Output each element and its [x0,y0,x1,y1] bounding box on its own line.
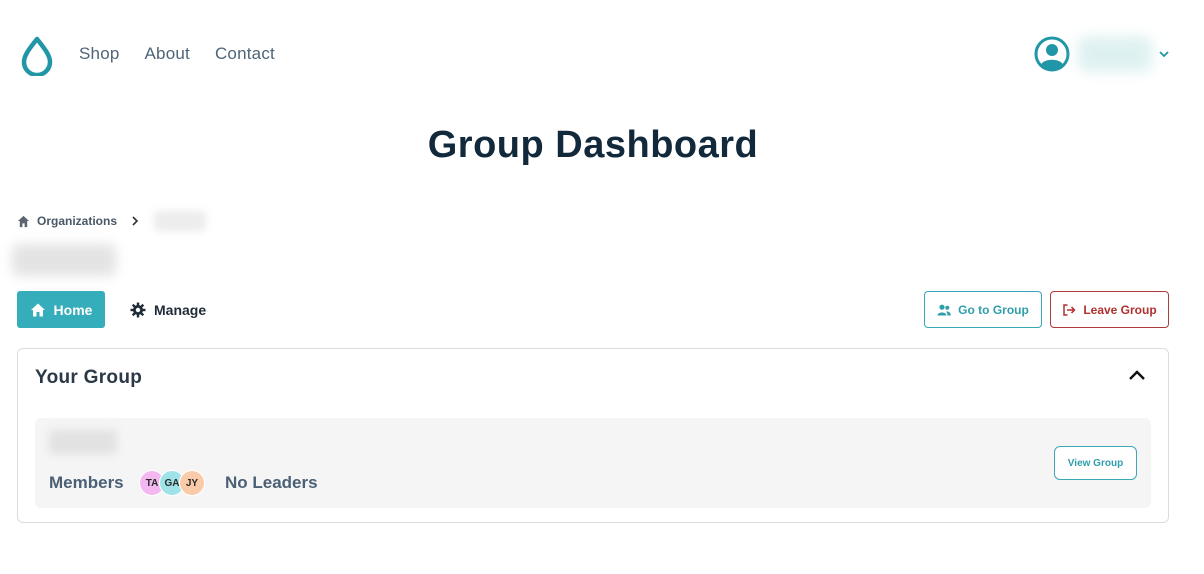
tab-home[interactable]: Home [17,291,105,328]
go-to-group-label: Go to Group [958,302,1029,317]
org-name-redacted [12,244,116,276]
nav-about[interactable]: About [145,44,190,64]
nav-contact[interactable]: Contact [215,44,275,64]
gear-icon [130,302,146,317]
tab-manage-label: Manage [154,301,207,318]
card-title: Your Group [35,367,143,388]
breadcrumb-current-redacted [154,211,207,231]
breadcrumb: Organizations [17,211,207,231]
user-avatar-icon [1034,36,1070,72]
leave-group-label: Leave Group [1083,302,1157,317]
nav-shop[interactable]: Shop [79,44,120,64]
home-icon [17,215,30,227]
view-group-button[interactable]: View Group [1054,446,1137,480]
users-icon [937,304,951,315]
member-avatar[interactable]: JY [179,470,205,496]
breadcrumb-organizations[interactable]: Organizations [37,214,117,228]
chevron-up-icon[interactable] [1128,368,1146,382]
home-icon [30,303,45,316]
leave-group-button[interactable]: Leave Group [1050,291,1169,328]
sign-out-icon [1063,303,1076,316]
user-name-redacted [1078,36,1152,72]
chevron-right-icon [132,216,139,226]
tab-manage[interactable]: Manage [130,291,206,328]
main-nav: Shop About Contact [79,44,275,64]
go-to-group-button[interactable]: Go to Group [924,291,1042,328]
your-group-card: Your Group Members TA GA JY No Leaders V… [17,348,1169,523]
page-title: Group Dashboard [427,124,759,166]
leaders-status: No Leaders [225,473,318,492]
group-name-redacted [49,430,117,454]
logo-drop-icon[interactable] [20,36,54,76]
tab-home-label: Home [53,301,93,318]
chevron-down-icon [1159,51,1169,58]
member-avatars: TA GA JY [139,470,205,496]
members-label: Members [49,473,124,492]
user-menu[interactable] [1034,36,1170,72]
group-item: Members TA GA JY No Leaders View Group [35,418,1151,508]
